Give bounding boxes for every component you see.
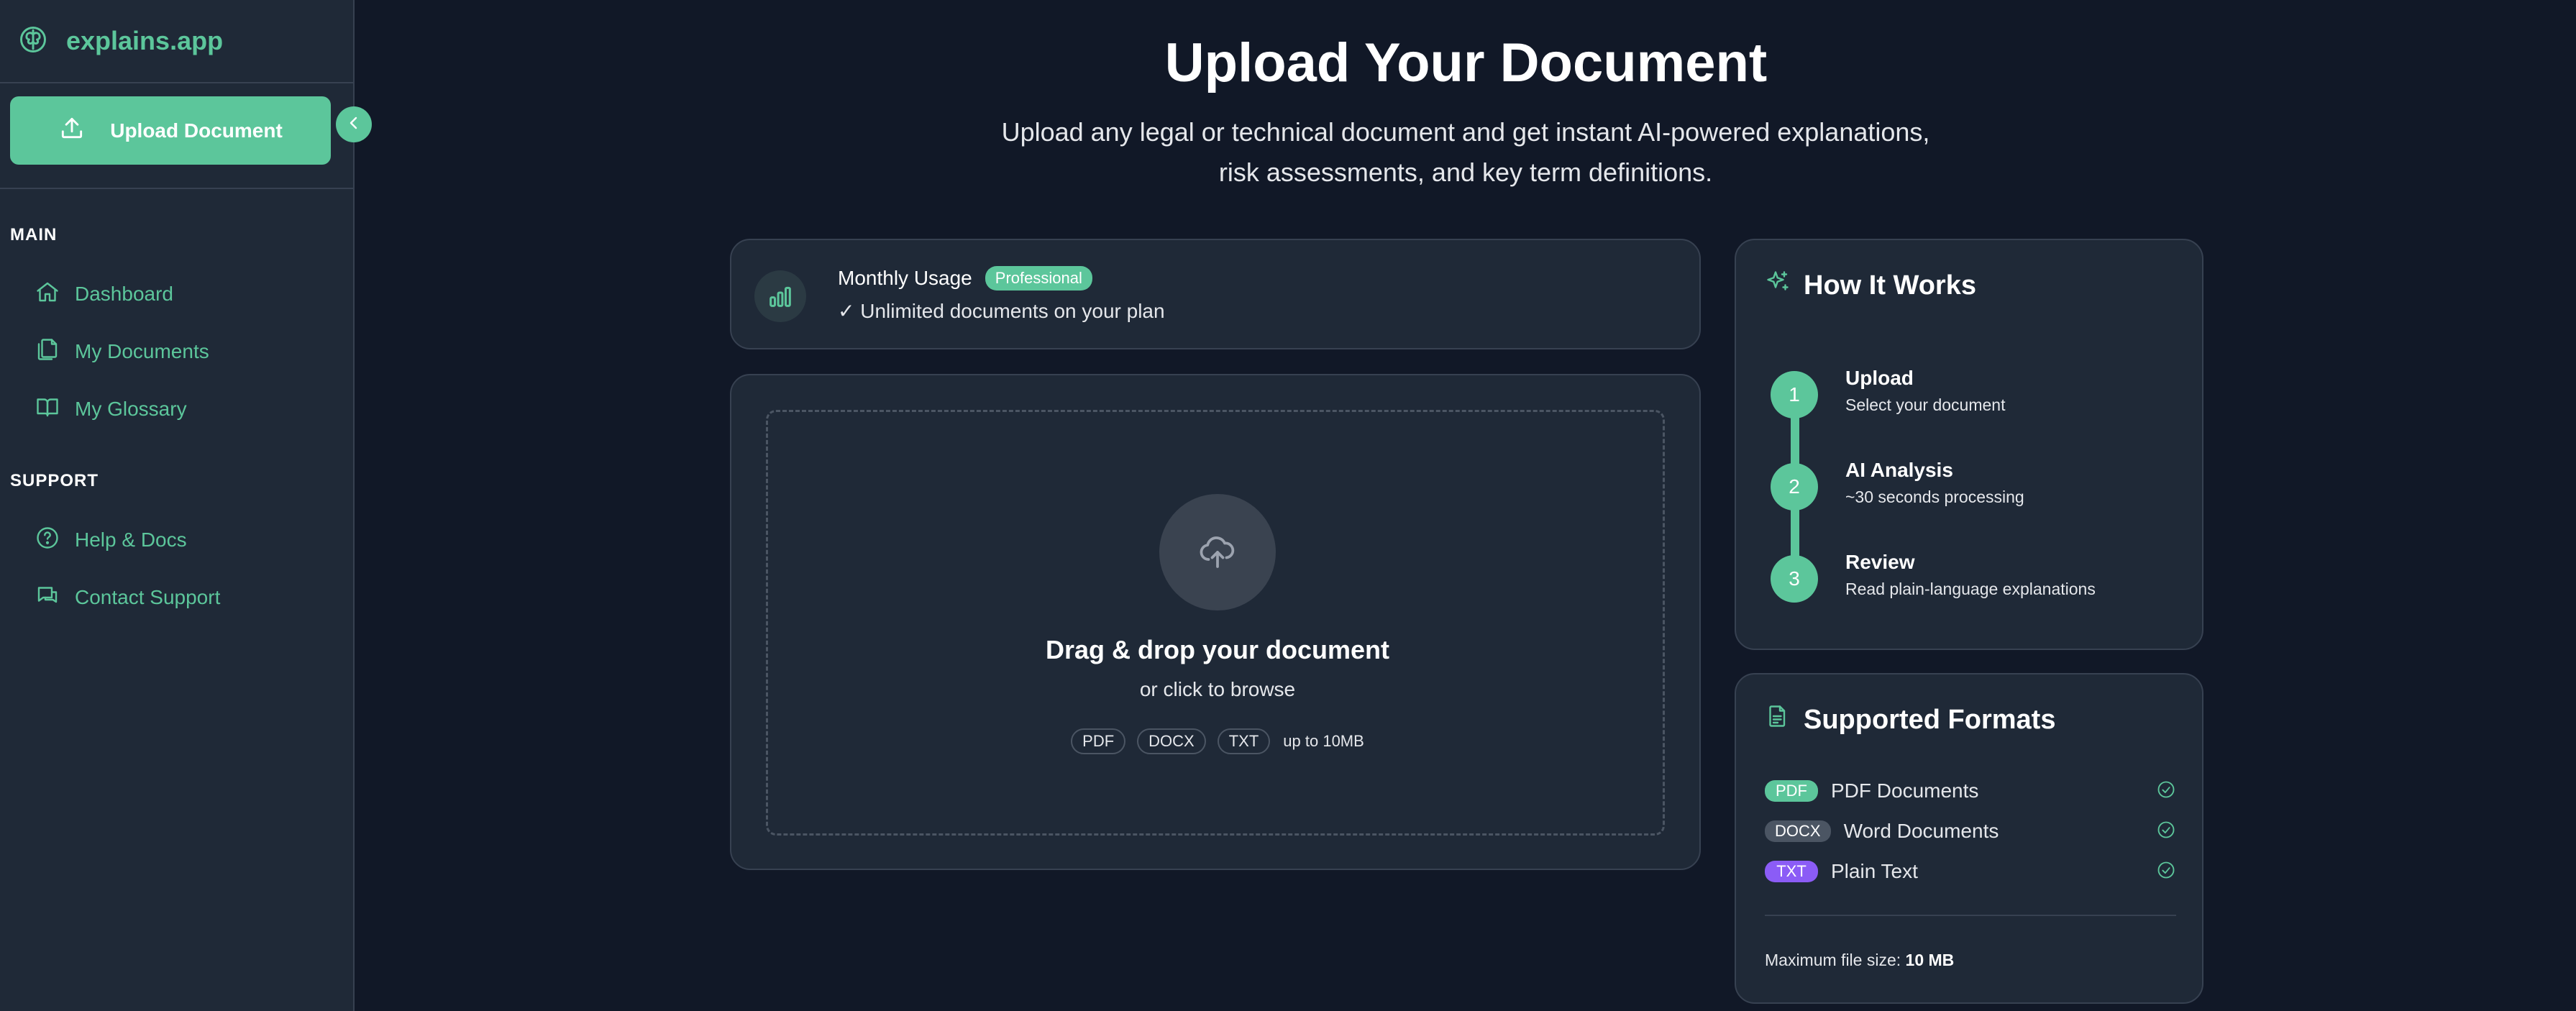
list-item: DOCX Word Documents: [1765, 811, 2176, 851]
usage-title-row: Monthly Usage Professional: [838, 266, 1092, 291]
format-pill-docx: DOCX: [1137, 728, 1206, 754]
dropzone-subtitle[interactable]: or click to browse: [768, 678, 1667, 701]
monthly-usage-card: Monthly Usage Professional ✓ Unlimited d…: [730, 239, 1701, 349]
sidebar-item-help-docs[interactable]: Help & Docs: [0, 511, 353, 569]
upload-card: Drag & drop your document or click to br…: [730, 374, 1701, 870]
nav-support: Help & Docs Contact Support: [0, 511, 353, 626]
steps-list: 1 Upload Select your document 2 AI Analy…: [1771, 367, 2096, 643]
upload-icon: [58, 114, 86, 147]
page-title: Upload Your Document: [1164, 32, 1768, 93]
sidebar-item-contact-support[interactable]: Contact Support: [0, 569, 353, 626]
format-name: Word Documents: [1843, 820, 1999, 842]
supported-formats-header: Supported Formats: [1765, 703, 2055, 736]
step-description: Read plain-language explanations: [1845, 580, 2096, 598]
sidebar-item-label: Dashboard: [75, 283, 173, 305]
step-item: 2 AI Analysis ~30 seconds processing: [1771, 459, 2096, 551]
book-icon: [35, 394, 75, 425]
max-file-size-label: Maximum file size:: [1765, 951, 1901, 969]
main-content: Upload Your Document Upload any legal or…: [356, 0, 2576, 1011]
upload-document-label: Upload Document: [110, 119, 283, 142]
upload-section: Upload Document: [0, 83, 353, 189]
step-number: 2: [1771, 463, 1818, 511]
check-circle-icon: [2156, 779, 2176, 803]
file-size-limit: up to 10MB: [1283, 732, 1364, 750]
list-item: PDF PDF Documents: [1765, 771, 2176, 811]
step-item: 1 Upload Select your document: [1771, 367, 2096, 459]
step-title: Upload: [1845, 367, 1914, 389]
usage-title: Monthly Usage: [838, 267, 972, 289]
supported-formats-card: Supported Formats PDF PDF Documents DOCX…: [1735, 673, 2203, 1004]
app-root: explains.app Upload Document MAIN Dashbo…: [0, 0, 2576, 1011]
sidebar-item-dashboard[interactable]: Dashboard: [0, 265, 353, 323]
step-number: 1: [1771, 371, 1818, 418]
max-file-size: Maximum file size: 10 MB: [1765, 951, 1954, 970]
home-icon: [35, 279, 75, 310]
dropzone[interactable]: Drag & drop your document or click to br…: [766, 410, 1665, 836]
check-circle-icon: [2156, 820, 2176, 843]
sidebar-item-my-documents[interactable]: My Documents: [0, 323, 353, 380]
sidebar: explains.app Upload Document MAIN Dashbo…: [0, 0, 355, 1011]
sidebar-item-label: My Glossary: [75, 398, 187, 420]
check-circle-icon: [2156, 860, 2176, 884]
help-icon: [35, 525, 75, 556]
divider: [1765, 915, 2176, 916]
section-title-support: SUPPORT: [10, 471, 99, 490]
format-tag-docx: DOCX: [1765, 820, 1831, 842]
dropzone-formats: PDF DOCX TXT up to 10MB: [768, 728, 1667, 754]
upload-document-button[interactable]: Upload Document: [10, 96, 331, 165]
step-title: AI Analysis: [1845, 459, 1953, 481]
subtitle-line-2: risk assessments, and key term definitio…: [1218, 157, 1713, 187]
format-pill-txt: TXT: [1217, 728, 1271, 754]
sparkles-icon: [1765, 269, 1791, 302]
formats-list: PDF PDF Documents DOCX Word Documents TX…: [1765, 771, 2176, 892]
chat-icon: [35, 582, 75, 613]
step-title: Review: [1845, 551, 1915, 573]
format-name: Plain Text: [1831, 860, 1918, 882]
max-file-size-value: 10 MB: [1905, 951, 1955, 969]
section-title-main: MAIN: [10, 225, 58, 244]
step-description: Select your document: [1845, 395, 2006, 414]
page-subtitle: Upload any legal or technical document a…: [962, 112, 1969, 193]
how-it-works-header: How It Works: [1765, 269, 1976, 302]
step-item: 3 Review Read plain-language explanation…: [1771, 551, 2096, 643]
how-it-works-title: How It Works: [1804, 270, 1976, 301]
documents-icon: [35, 337, 75, 367]
format-tag-pdf: PDF: [1765, 780, 1818, 802]
format-name: PDF Documents: [1831, 779, 1979, 802]
cloud-upload-icon: [1159, 494, 1276, 610]
sidebar-item-label: Help & Docs: [75, 529, 187, 551]
brand[interactable]: explains.app: [0, 0, 353, 83]
format-pill-pdf: PDF: [1071, 728, 1126, 754]
list-item: TXT Plain Text: [1765, 851, 2176, 892]
plan-badge: Professional: [985, 266, 1092, 291]
usage-status: ✓ Unlimited documents on your plan: [838, 300, 1165, 322]
brain-logo-icon: [17, 24, 49, 59]
file-text-icon: [1765, 703, 1791, 736]
sidebar-item-my-glossary[interactable]: My Glossary: [0, 380, 353, 438]
sidebar-item-label: Contact Support: [75, 586, 221, 608]
nav-main: Dashboard My Documents My Glossary: [0, 265, 353, 438]
dropzone-title: Drag & drop your document: [1045, 635, 1390, 664]
subtitle-line-1: Upload any legal or technical document a…: [1001, 117, 1930, 147]
step-description: ~30 seconds processing: [1845, 488, 2024, 506]
step-number: 3: [1771, 555, 1818, 603]
brand-name: explains.app: [66, 26, 224, 55]
usage-chart-icon: [754, 270, 806, 322]
how-it-works-card: How It Works 1 Upload Select your docume…: [1735, 239, 2203, 650]
supported-formats-title: Supported Formats: [1804, 704, 2056, 735]
format-tag-txt: TXT: [1765, 861, 1818, 882]
sidebar-item-label: My Documents: [75, 340, 209, 362]
